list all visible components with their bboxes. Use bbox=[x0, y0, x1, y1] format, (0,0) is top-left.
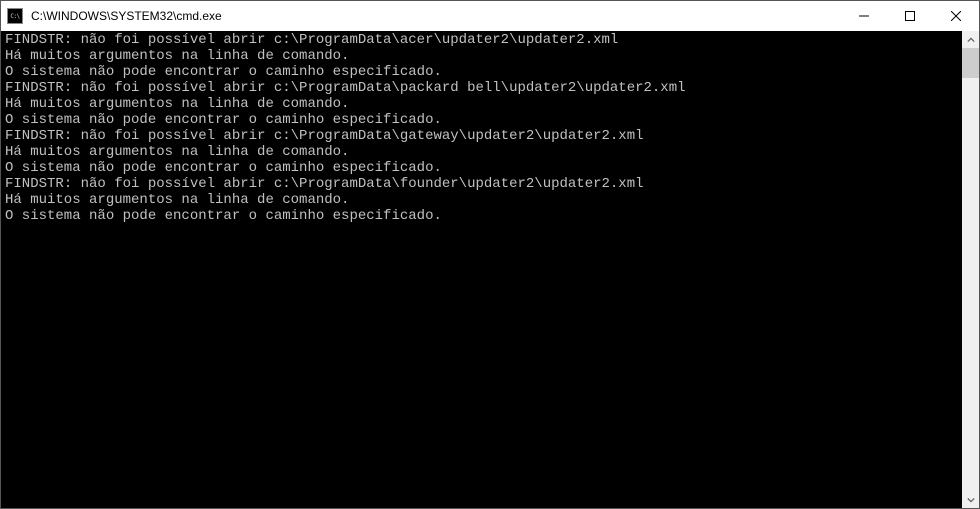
scroll-thumb[interactable] bbox=[962, 48, 979, 78]
cmd-window: C:\WINDOWS\SYSTEM32\cmd.exe FINDSTR: não… bbox=[0, 0, 980, 509]
close-icon bbox=[951, 11, 961, 21]
client-area: FINDSTR: não foi possível abrir c:\Progr… bbox=[1, 31, 979, 508]
window-title: C:\WINDOWS\SYSTEM32\cmd.exe bbox=[29, 9, 841, 23]
scroll-up-button[interactable] bbox=[962, 31, 979, 48]
console-output[interactable]: FINDSTR: não foi possível abrir c:\Progr… bbox=[1, 31, 962, 508]
chevron-down-icon bbox=[967, 496, 975, 504]
minimize-button[interactable] bbox=[841, 1, 887, 30]
scroll-down-button[interactable] bbox=[962, 491, 979, 508]
chevron-up-icon bbox=[967, 36, 975, 44]
window-controls bbox=[841, 1, 979, 31]
titlebar[interactable]: C:\WINDOWS\SYSTEM32\cmd.exe bbox=[1, 1, 979, 31]
maximize-icon bbox=[905, 11, 915, 21]
vertical-scrollbar[interactable] bbox=[962, 31, 979, 508]
app-icon bbox=[7, 8, 23, 24]
minimize-icon bbox=[859, 11, 869, 21]
scroll-track[interactable] bbox=[962, 48, 979, 491]
maximize-button[interactable] bbox=[887, 1, 933, 30]
close-button[interactable] bbox=[933, 1, 979, 30]
